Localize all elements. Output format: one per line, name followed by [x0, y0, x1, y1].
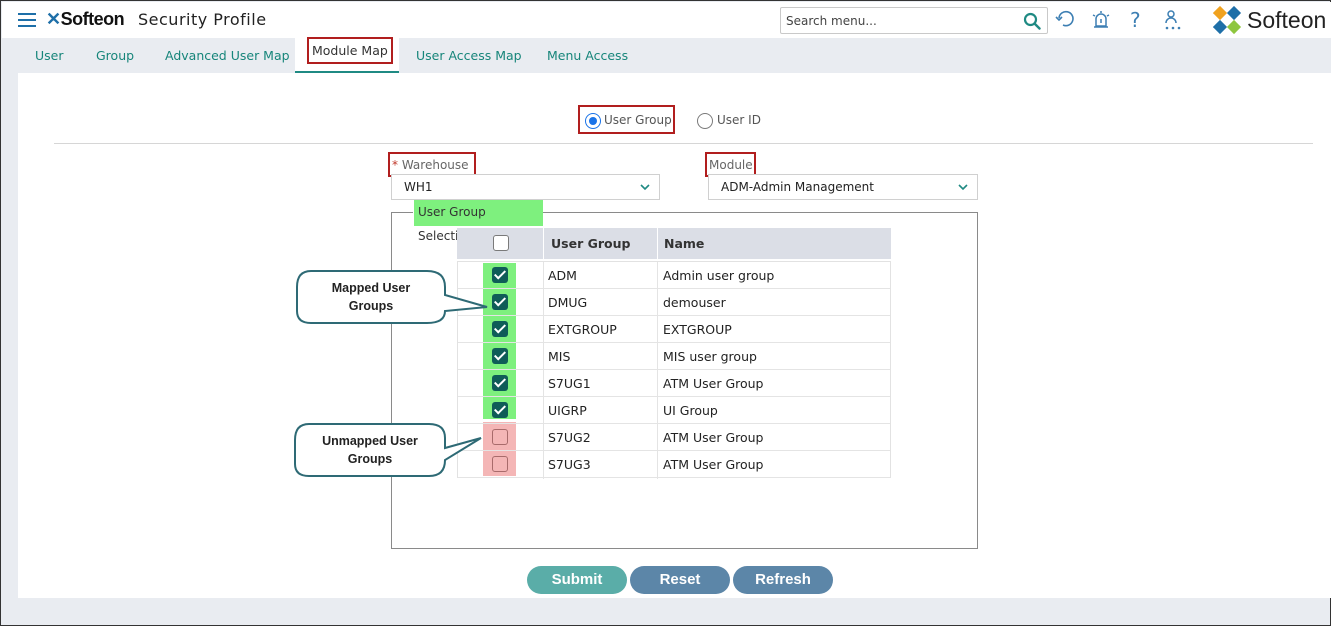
- search-menu-box[interactable]: [780, 7, 1048, 34]
- section-divider: [54, 143, 1313, 144]
- tab-user[interactable]: User: [35, 38, 64, 73]
- reset-button[interactable]: Reset: [630, 566, 730, 594]
- tab-module-map-label: Module Map: [307, 37, 393, 64]
- tab-menu-access[interactable]: Menu Access: [547, 38, 628, 73]
- unmapped-callout-text: Unmapped User Groups: [295, 432, 445, 468]
- search-icon[interactable]: [1023, 12, 1041, 30]
- header-separator: [543, 228, 544, 259]
- radio-user-id-label: User ID: [717, 113, 761, 127]
- brand-name: Softeon: [60, 9, 125, 29]
- user-group-cell: S7UG2: [548, 430, 591, 445]
- page-title: Security Profile: [138, 10, 267, 29]
- name-cell: ATM User Group: [663, 430, 764, 445]
- tab-advanced-user-map[interactable]: Advanced User Map: [165, 38, 290, 73]
- table-row[interactable]: S7UG2 ATM User Group: [458, 424, 890, 451]
- warehouse-value: WH1: [404, 180, 433, 194]
- menu-icon[interactable]: [18, 13, 36, 27]
- user-group-cell: DMUG: [548, 295, 588, 310]
- tab-group[interactable]: Group: [96, 38, 134, 73]
- column-header-user-group[interactable]: User Group: [551, 228, 630, 259]
- name-cell: demouser: [663, 295, 726, 310]
- row-checkbox[interactable]: [492, 348, 508, 364]
- name-cell: MIS user group: [663, 349, 757, 364]
- header-separator: [657, 228, 658, 259]
- warehouse-label-text: Warehouse: [401, 158, 469, 172]
- logo-word: Softeon: [1247, 7, 1327, 33]
- app-frame: ✕Softeon Security Profile ?: [0, 0, 1331, 626]
- row-checkbox[interactable]: [492, 429, 508, 445]
- mapped-callout-line1: Mapped User: [331, 281, 411, 295]
- refresh-button[interactable]: Refresh: [733, 566, 833, 594]
- submit-button[interactable]: Submit: [527, 566, 627, 594]
- row-checkbox[interactable]: [492, 267, 508, 283]
- module-label: Module: [709, 158, 753, 172]
- mapped-callout-line2: Groups: [348, 299, 394, 313]
- name-cell: ATM User Group: [663, 376, 764, 391]
- user-group-cell: S7UG3: [548, 457, 591, 472]
- tab-user-access-map[interactable]: User Access Map: [416, 38, 522, 73]
- name-cell: Admin user group: [663, 268, 775, 283]
- chevron-down-icon[interactable]: [639, 181, 651, 193]
- table-row[interactable]: ADM Admin user group: [458, 262, 890, 289]
- table-row[interactable]: DMUG demouser: [458, 289, 890, 316]
- name-cell: UI Group: [663, 403, 718, 418]
- user-group-cell: ADM: [548, 268, 577, 283]
- table-row[interactable]: EXTGROUP EXTGROUP: [458, 316, 890, 343]
- unmapped-callout-line1: Unmapped User: [322, 434, 418, 448]
- search-input[interactable]: [786, 11, 1014, 30]
- table-row[interactable]: MIS MIS user group: [458, 343, 890, 370]
- row-checkbox[interactable]: [492, 321, 508, 337]
- radio-user-group[interactable]: [585, 113, 601, 129]
- help-icon[interactable]: ?: [1130, 8, 1152, 32]
- brand-x-mark: ✕: [46, 9, 61, 29]
- mapped-callout-text: Mapped User Groups: [297, 279, 445, 315]
- name-cell: ATM User Group: [663, 457, 764, 472]
- refresh-icon[interactable]: [1054, 9, 1076, 31]
- radio-user-id[interactable]: [697, 113, 713, 129]
- tab-bar: User Group Advanced User Map Module Map …: [2, 37, 1331, 73]
- table-row[interactable]: UIGRP UI Group: [458, 397, 890, 424]
- user-group-selection-legend: User Group Selection: [413, 200, 543, 243]
- user-group-cell: S7UG1: [548, 376, 591, 391]
- table-row[interactable]: S7UG3 ATM User Group: [458, 451, 890, 478]
- tab-module-map[interactable]: Module Map: [295, 37, 399, 73]
- row-checkbox[interactable]: [492, 456, 508, 472]
- top-header: ✕Softeon Security Profile ?: [2, 2, 1331, 38]
- warehouse-select[interactable]: WH1: [391, 174, 660, 200]
- brand-logo: ✕Softeon: [46, 9, 125, 30]
- legend-text: User Group Selection: [414, 200, 543, 243]
- company-logo: Softeon: [1213, 5, 1329, 37]
- row-checkbox[interactable]: [492, 294, 508, 310]
- row-checkbox[interactable]: [492, 402, 508, 418]
- user-network-icon[interactable]: [1162, 9, 1184, 31]
- row-checkbox[interactable]: [492, 375, 508, 391]
- module-value: ADM-Admin Management: [721, 180, 874, 194]
- warehouse-label: * Warehouse: [392, 158, 469, 172]
- user-group-cell: MIS: [548, 349, 571, 364]
- module-select[interactable]: ADM-Admin Management: [708, 174, 978, 200]
- unmapped-callout-line2: Groups: [347, 452, 393, 466]
- name-cell: EXTGROUP: [663, 322, 732, 337]
- softeon-logo-icon: [1213, 6, 1242, 35]
- column-header-name[interactable]: Name: [664, 228, 704, 259]
- table-row[interactable]: S7UG1 ATM User Group: [458, 370, 890, 397]
- table-header: User Group Name: [457, 228, 891, 259]
- required-mark: *: [392, 158, 398, 172]
- alarm-icon[interactable]: [1090, 9, 1112, 31]
- radio-user-group-label: User Group: [604, 113, 672, 127]
- user-group-cell: EXTGROUP: [548, 322, 617, 337]
- chevron-down-icon[interactable]: [957, 181, 969, 193]
- select-all-checkbox[interactable]: [493, 235, 509, 251]
- user-group-cell: UIGRP: [548, 403, 587, 418]
